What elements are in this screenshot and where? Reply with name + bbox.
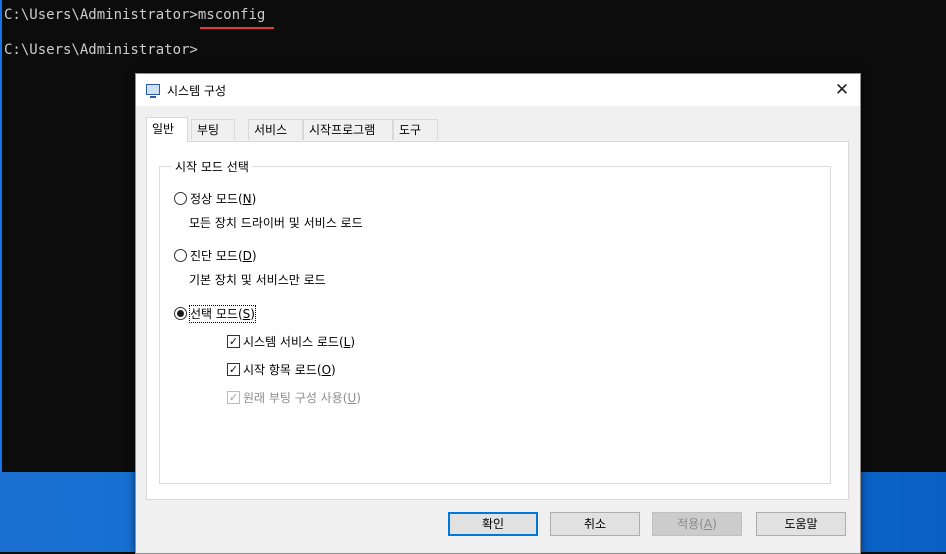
console-prompt: C:\Users\Administrator> <box>4 7 198 23</box>
console-line-1: C:\Users\Administrator>msconfig <box>4 7 265 23</box>
radio-button-selected[interactable] <box>174 307 187 320</box>
system-configuration-dialog: 시스템 구성 ✕ 일반 부팅 서비스 시작프로그램 도구 시작 모드 선택 정상… <box>135 73 861 554</box>
radio-label: 정상 모드(N) <box>190 192 257 206</box>
tab-services[interactable]: 서비스 <box>248 119 303 140</box>
console-command: msconfig <box>197 7 266 23</box>
red-underline-annotation <box>200 27 274 29</box>
checkbox[interactable]: ✓ <box>227 335 240 348</box>
diagnostic-startup-description: 기본 장치 및 서비스만 로드 <box>189 273 326 287</box>
dialog-title: 시스템 구성 <box>167 84 227 98</box>
console-prompt: C:\Users\Administrator> <box>4 42 198 58</box>
tab-general[interactable]: 일반 <box>146 117 188 142</box>
title-bar[interactable]: 시스템 구성 ✕ <box>136 74 860 106</box>
group-title: 시작 모드 선택 <box>172 158 252 175</box>
normal-startup-description: 모든 장치 드라이버 및 서비스 로드 <box>189 216 363 230</box>
checkbox-disabled: ✓ <box>227 391 240 404</box>
cancel-button[interactable]: 취소 <box>550 512 640 536</box>
radio-button[interactable] <box>174 192 187 205</box>
console-line-2: C:\Users\Administrator> <box>4 42 198 58</box>
radio-label: 진단 모드(D) <box>190 249 257 263</box>
general-tab-page: 시작 모드 선택 정상 모드(N) 모든 장치 드라이버 및 서비스 로드 진단… <box>146 141 849 500</box>
radio-label: 선택 모드(S) <box>189 305 256 323</box>
apply-button: 적용(A) <box>652 512 742 536</box>
ok-button[interactable]: 확인 <box>448 512 538 536</box>
tab-startup[interactable]: 시작프로그램 <box>303 119 393 140</box>
tab-boot[interactable]: 부팅 <box>191 119 235 140</box>
checkbox-label: 시작 항목 로드(O) <box>243 363 336 377</box>
tab-tools[interactable]: 도구 <box>393 119 438 140</box>
close-button[interactable]: ✕ <box>824 74 860 106</box>
checkbox-label: 원래 부팅 구성 사용(U) <box>243 391 361 405</box>
help-button[interactable]: 도움말 <box>756 512 846 536</box>
checkbox[interactable]: ✓ <box>227 363 240 376</box>
msconfig-app-icon <box>146 84 160 98</box>
radio-button[interactable] <box>174 249 187 262</box>
checkbox-label: 시스템 서비스 로드(L) <box>243 335 356 349</box>
